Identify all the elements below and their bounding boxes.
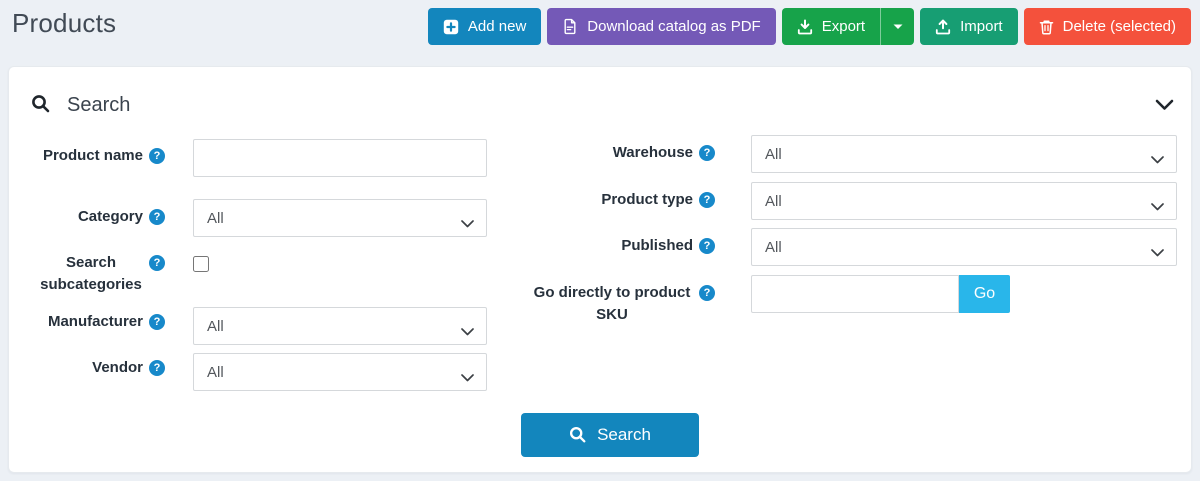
chevron-down-icon [1155, 99, 1174, 111]
panel-collapse-toggle[interactable] [1155, 99, 1174, 114]
go-to-sku-label: Go directly to product SKU [519, 282, 715, 326]
category-select[interactable]: All [193, 199, 487, 237]
toolbar: Add new Download catalog as PDF Export [428, 8, 1191, 45]
export-button[interactable]: Export [782, 8, 880, 45]
download-icon [797, 19, 813, 35]
page-header: Products Add new Download catalog as PDF [0, 0, 1200, 58]
export-dropdown-toggle[interactable] [880, 8, 914, 45]
search-button[interactable]: Search [521, 413, 699, 457]
warehouse-label: Warehouse [519, 142, 715, 164]
plus-square-icon [443, 19, 459, 35]
product-type-select[interactable]: All [751, 182, 1177, 220]
add-new-label: Add new [468, 18, 526, 35]
file-pdf-icon [562, 18, 578, 35]
page-title: Products [12, 8, 116, 39]
help-icon[interactable] [699, 192, 715, 208]
chevron-down-icon [1151, 151, 1164, 169]
help-icon[interactable] [149, 360, 165, 376]
chevron-down-icon [461, 215, 474, 233]
search-subcategories-checkbox[interactable] [193, 256, 209, 272]
manufacturer-label: Manufacturer [23, 311, 165, 333]
caret-down-icon [892, 23, 904, 31]
warehouse-select[interactable]: All [751, 135, 1177, 173]
published-label: Published [519, 235, 715, 257]
chevron-down-icon [1151, 198, 1164, 216]
search-icon [569, 426, 587, 444]
trash-icon [1039, 19, 1054, 35]
export-label: Export [822, 18, 865, 35]
product-type-label: Product type [519, 189, 715, 211]
vendor-select[interactable]: All [193, 353, 487, 391]
sku-input[interactable] [751, 275, 959, 313]
export-split-button: Export [782, 8, 914, 45]
search-subcategories-label: Search subcategories [23, 252, 165, 296]
help-icon[interactable] [699, 145, 715, 161]
search-button-label: Search [597, 425, 651, 445]
add-new-button[interactable]: Add new [428, 8, 541, 45]
product-name-input[interactable] [193, 139, 487, 177]
chevron-down-icon [461, 369, 474, 387]
import-button[interactable]: Import [920, 8, 1018, 45]
download-catalog-pdf-label: Download catalog as PDF [587, 18, 760, 35]
upload-icon [935, 19, 951, 35]
published-select[interactable]: All [751, 228, 1177, 266]
product-name-label: Product name [23, 145, 165, 167]
go-button[interactable]: Go [959, 275, 1010, 313]
search-icon [31, 94, 51, 119]
category-label: Category [23, 206, 165, 228]
help-icon[interactable] [149, 148, 165, 164]
chevron-down-icon [1151, 244, 1164, 262]
help-icon[interactable] [149, 314, 165, 330]
search-panel-title: Search [67, 94, 130, 117]
download-catalog-pdf-button[interactable]: Download catalog as PDF [547, 8, 775, 45]
delete-selected-label: Delete (selected) [1063, 18, 1176, 35]
help-icon[interactable] [149, 255, 165, 271]
help-icon[interactable] [699, 238, 715, 254]
vendor-label: Vendor [23, 357, 165, 379]
delete-selected-button[interactable]: Delete (selected) [1024, 8, 1191, 45]
help-icon[interactable] [699, 285, 715, 301]
help-icon[interactable] [149, 209, 165, 225]
manufacturer-select[interactable]: All [193, 307, 487, 345]
chevron-down-icon [461, 323, 474, 341]
search-panel: Search Product name Category All Search … [8, 66, 1192, 473]
import-label: Import [960, 18, 1003, 35]
